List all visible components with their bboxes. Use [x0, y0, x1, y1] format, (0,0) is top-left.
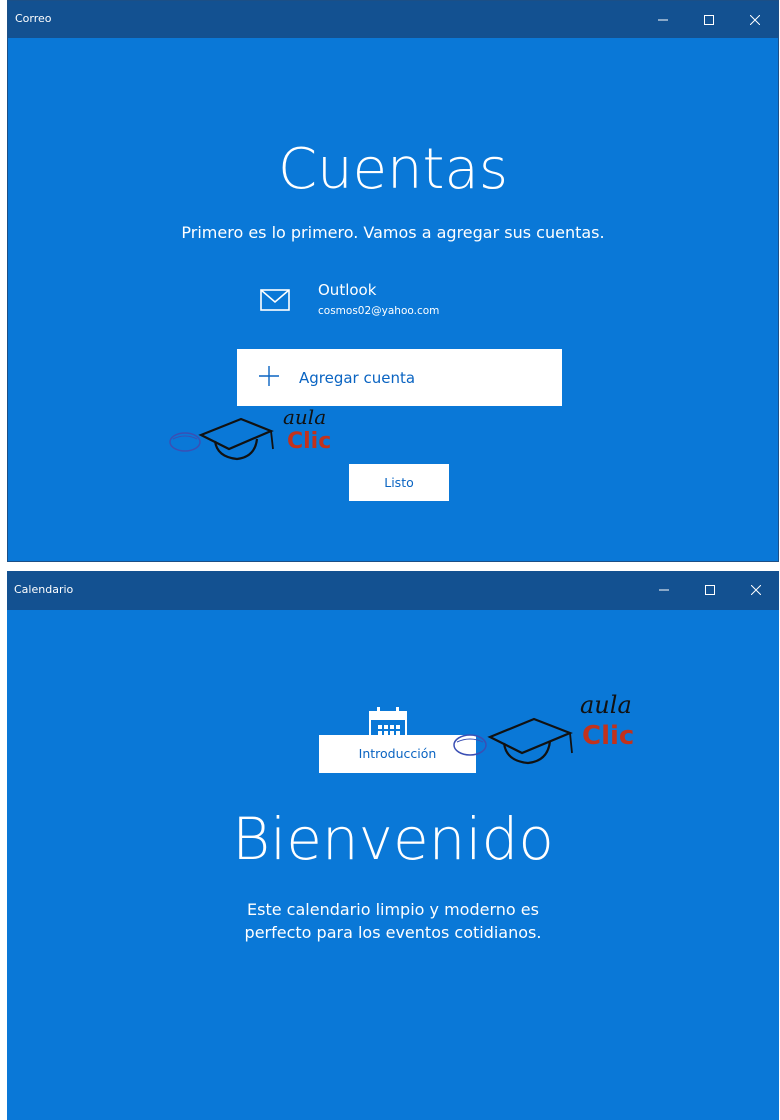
- plus-icon: [259, 366, 279, 386]
- logo-aula-text: aula: [283, 405, 327, 429]
- calendar-window: Calendario Bienvenido Este calendario li…: [7, 571, 779, 1120]
- account-email: cosmos02@yahoo.com: [318, 305, 440, 317]
- graduation-cap-icon: [169, 417, 274, 461]
- page-description-line2: perfecto para los eventos cotidianos.: [244, 923, 542, 942]
- add-account-button[interactable]: Agregar cuenta: [237, 349, 562, 406]
- title-bar: Correo: [8, 1, 778, 38]
- graduation-cap-icon: [453, 717, 573, 765]
- maximize-button[interactable]: [687, 571, 733, 608]
- maximize-icon: [705, 585, 715, 595]
- title-bar: Calendario: [7, 571, 779, 610]
- close-icon: [750, 15, 760, 25]
- page-title: Cuentas: [278, 137, 508, 202]
- minimize-icon: [658, 19, 668, 21]
- aulaclic-logo: aula Clic: [163, 405, 353, 465]
- minimize-button[interactable]: [641, 571, 687, 608]
- done-button[interactable]: Listo: [349, 464, 449, 501]
- add-account-label: Agregar cuenta: [299, 369, 416, 387]
- page-subtitle: Primero es lo primero. Vamos a agregar s…: [181, 223, 605, 242]
- logo-aula-text: aula: [580, 691, 632, 719]
- page-title: Bienvenido: [232, 805, 554, 873]
- window-title: Correo: [15, 12, 52, 25]
- page-description-line1: Este calendario limpio y moderno es: [247, 900, 539, 919]
- close-button[interactable]: [733, 571, 779, 608]
- logo-clic-text: Clic: [287, 429, 332, 454]
- close-button[interactable]: [732, 1, 778, 38]
- minimize-icon: [659, 589, 669, 591]
- account-name: Outlook: [318, 281, 377, 299]
- aulaclic-logo: aula Clic: [442, 691, 662, 765]
- maximize-icon: [704, 15, 714, 25]
- window-title: Calendario: [14, 583, 74, 596]
- account-item-outlook[interactable]: Outlook cosmos02@yahoo.com: [256, 281, 516, 325]
- minimize-button[interactable]: [640, 1, 686, 38]
- mail-icon: [260, 289, 290, 311]
- mail-window: Correo Cuentas Primero es lo primero. Va…: [7, 0, 779, 562]
- logo-clic-text: Clic: [582, 721, 635, 751]
- close-icon: [751, 585, 761, 595]
- maximize-button[interactable]: [686, 1, 732, 38]
